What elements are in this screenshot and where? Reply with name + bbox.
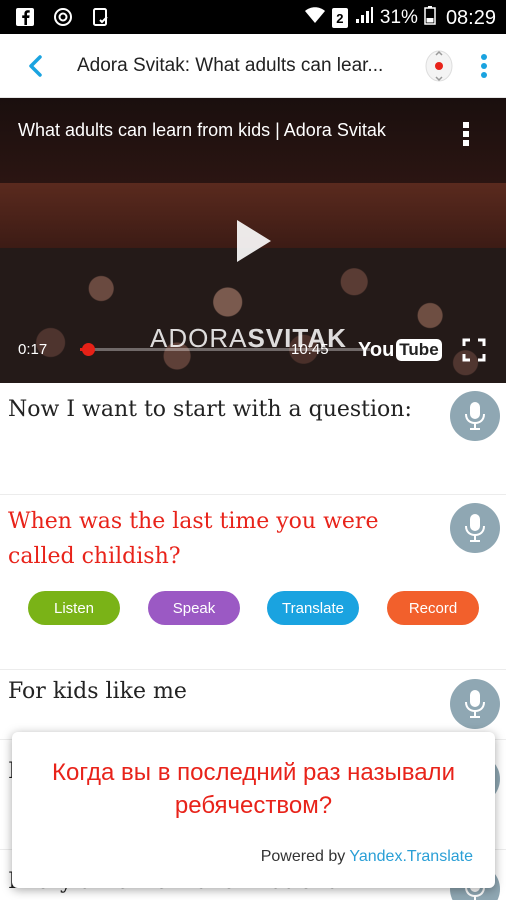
transcript-line-text: Now I want to start with a question: (8, 397, 412, 422)
translate-button[interactable]: Translate (267, 591, 359, 625)
notification-icons (14, 6, 112, 28)
seek-bar-handle[interactable] (81, 343, 95, 356)
record-indicator-icon (425, 50, 453, 82)
more-vertical-icon (463, 122, 469, 146)
video-title: What adults can learn from kids | Adora … (18, 120, 386, 140)
system-icons: 2 31% 08:29 (304, 5, 496, 31)
more-options-button[interactable] (470, 48, 498, 84)
clock: 08:29 (445, 6, 496, 29)
fullscreen-button[interactable] (462, 338, 486, 362)
translation-credit: Powered by Yandex.Translate (261, 848, 473, 866)
clipboard-check-icon (90, 6, 112, 28)
back-button[interactable] (18, 48, 54, 84)
chevron-left-icon (29, 55, 42, 77)
page-title: Adora Svitak: What adults can lear... (77, 55, 384, 76)
transcript-line[interactable]: Now I want to start with a question: (0, 383, 506, 495)
youtube-logo-you: You (358, 338, 395, 361)
battery-text: 31% (379, 7, 418, 28)
translation-popup[interactable]: Когда вы в последний раз называли ребяче… (12, 732, 495, 888)
recording-indicator-button[interactable] (423, 48, 455, 84)
wifi-icon (304, 5, 326, 31)
more-vertical-icon (481, 54, 487, 78)
current-time: 0:17 (18, 341, 48, 358)
youtube-logo[interactable]: You Tube (358, 336, 442, 364)
app-bar: Adora Svitak: What adults can lear... (0, 34, 506, 98)
microphone-icon (465, 514, 485, 542)
listen-button[interactable]: Listen (28, 591, 120, 625)
video-frame-audience (0, 248, 506, 383)
sim-icon: 2 (331, 8, 348, 28)
total-time: 10:45 (291, 341, 329, 358)
powered-by-label: Powered by (260, 848, 346, 865)
microphone-icon (465, 690, 485, 718)
fullscreen-icon (462, 338, 486, 362)
record-button[interactable]: Record (387, 591, 479, 625)
transcript-line[interactable]: For kids like me (0, 670, 506, 740)
video-player[interactable]: What adults can learn from kids | Adora … (0, 98, 506, 383)
facebook-icon (14, 6, 36, 28)
mic-button[interactable] (450, 679, 500, 729)
microphone-icon (465, 402, 485, 430)
play-button[interactable] (228, 216, 278, 266)
speak-button[interactable]: Speak (148, 591, 240, 625)
video-menu-button[interactable] (456, 120, 476, 148)
transcript-line-active[interactable]: When was the last time you were called c… (0, 495, 506, 670)
yandex-translate-link[interactable]: Yandex.Translate (349, 848, 473, 865)
mic-button[interactable] (450, 391, 500, 441)
translation-text: Когда вы в последний раз называли ребяче… (52, 759, 455, 819)
aperture-icon (52, 6, 74, 28)
battery-icon (424, 5, 436, 31)
status-bar: 2 31% 08:29 (0, 0, 506, 34)
transcript-line-text: For kids like me (8, 679, 187, 704)
signal-icon (354, 5, 374, 31)
mic-button[interactable] (450, 503, 500, 553)
play-icon (237, 220, 271, 262)
transcript-line-text: When was the last time you were called c… (8, 509, 379, 569)
youtube-logo-tube: Tube (396, 339, 442, 361)
line-actions: Listen Speak Translate Record (0, 591, 506, 627)
